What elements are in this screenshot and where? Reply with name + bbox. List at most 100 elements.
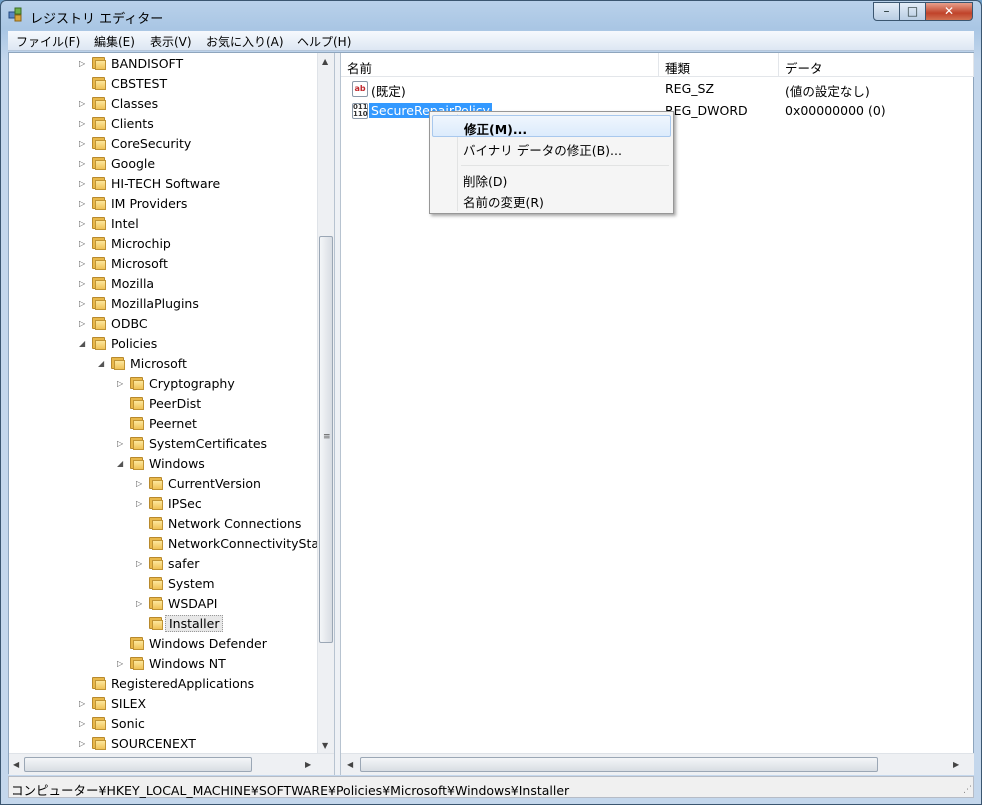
expand-arrow-icon[interactable]: ▷ <box>79 259 88 268</box>
tree-node[interactable]: ▷ Microsoft <box>79 254 317 274</box>
menu-help[interactable]: ヘルプ(H) <box>297 33 351 50</box>
tree-node[interactable]: ▷ CurrentVersion <box>136 474 317 494</box>
menu-view[interactable]: 表示(V) <box>150 33 192 50</box>
expand-arrow-icon[interactable]: ▷ <box>79 99 88 108</box>
tree-node[interactable]: RegisteredApplications <box>79 674 317 694</box>
folder-icon <box>91 136 107 150</box>
resize-grip-icon[interactable]: ⋰ <box>963 785 972 795</box>
context-menu-modify-label: 修正(M)... <box>464 122 528 137</box>
expand-arrow-icon[interactable]: ▷ <box>79 59 88 68</box>
minimize-button[interactable]: – <box>873 2 900 21</box>
column-header-type[interactable]: 種類 <box>659 53 779 77</box>
tree-node[interactable]: ▷ Sonic <box>79 714 317 734</box>
pane-splitter[interactable] <box>334 53 341 775</box>
tree-node[interactable]: ▷ Google <box>79 154 317 174</box>
tree-node[interactable]: Peernet <box>117 414 317 434</box>
column-header-name[interactable]: 名前 <box>341 53 659 77</box>
tree-node[interactable]: ▷ SOURCENEXT <box>79 734 317 753</box>
expand-arrow-icon[interactable]: ▷ <box>117 659 126 668</box>
title-bar[interactable]: レジストリ エディター – □ ✕ <box>1 1 981 31</box>
tree-node[interactable]: ▷ IM Providers <box>79 194 317 214</box>
value-row[interactable]: ab (既定) REG_SZ (値の設定なし) <box>341 78 974 100</box>
expand-arrow-icon[interactable]: ▷ <box>79 719 88 728</box>
menu-favorites[interactable]: お気に入り(A) <box>206 33 284 50</box>
context-menu-modify-binary[interactable]: バイナリ データの修正(B)... <box>432 137 671 159</box>
tree-node[interactable]: ▷ safer <box>136 554 317 574</box>
tree-node[interactable]: ▷ MozillaPlugins <box>79 294 317 314</box>
scroll-right-arrow-icon[interactable]: ▶ <box>305 760 311 769</box>
folder-icon <box>91 196 107 210</box>
expand-arrow-icon[interactable]: ▷ <box>79 319 88 328</box>
tree-node[interactable]: ▷ CoreSecurity <box>79 134 317 154</box>
scroll-up-arrow-icon[interactable]: ▲ <box>322 57 328 66</box>
expand-arrow-icon[interactable]: ▷ <box>79 179 88 188</box>
expand-arrow-icon[interactable]: ▷ <box>79 299 88 308</box>
tree-node[interactable]: ▷ Microchip <box>79 234 317 254</box>
expand-arrow-icon[interactable]: ▷ <box>136 499 145 508</box>
tree-node[interactable]: ▷ Clients <box>79 114 317 134</box>
tree-node-label: ODBC <box>111 316 148 331</box>
tree-node-label: safer <box>168 556 200 571</box>
tree-node[interactable]: ▷ ODBC <box>79 314 317 334</box>
scroll-left-arrow-icon[interactable]: ◀ <box>347 760 353 769</box>
tree-node[interactable]: ▷ Windows NT <box>117 654 317 674</box>
expand-arrow-icon[interactable]: ▷ <box>117 439 126 448</box>
tree-node[interactable]: ▷ WSDAPI <box>136 594 317 614</box>
scroll-down-arrow-icon[interactable]: ▼ <box>322 741 328 750</box>
expand-arrow-icon[interactable]: ▷ <box>79 699 88 708</box>
menu-edit[interactable]: 編集(E) <box>94 33 135 50</box>
tree-node[interactable]: PeerDist <box>117 394 317 414</box>
folder-icon <box>129 416 145 430</box>
column-header-data[interactable]: データ <box>779 53 974 77</box>
expand-arrow-icon[interactable]: ▷ <box>79 239 88 248</box>
expand-arrow-icon[interactable]: ▷ <box>136 479 145 488</box>
expand-arrow-icon[interactable]: ▷ <box>136 599 145 608</box>
expand-arrow-icon[interactable]: ▷ <box>79 219 88 228</box>
collapse-arrow-icon[interactable]: ◢ <box>117 459 126 468</box>
tree-node[interactable]: ▷ SILEX <box>79 694 317 714</box>
close-button[interactable]: ✕ <box>925 2 973 21</box>
expand-arrow-icon[interactable]: ▷ <box>79 199 88 208</box>
tree-node[interactable]: Network Connections <box>136 514 317 534</box>
tree-vertical-scrollbar[interactable]: ▲ ≡ ▼ <box>317 53 334 753</box>
tree-node[interactable]: Windows Defender <box>117 634 317 654</box>
expand-arrow-icon[interactable]: ▷ <box>117 379 126 388</box>
tree-node[interactable]: ▷ SystemCertificates <box>117 434 317 454</box>
tree-vertical-scroll-thumb[interactable]: ≡ <box>319 236 333 643</box>
expand-arrow-icon[interactable]: ▷ <box>79 119 88 128</box>
tree-node[interactable]: ▷ Intel <box>79 214 317 234</box>
scroll-right-arrow-icon[interactable]: ▶ <box>953 760 959 769</box>
collapse-arrow-icon[interactable]: ◢ <box>79 339 88 348</box>
tree-horizontal-scroll-thumb[interactable] <box>24 757 252 772</box>
expand-arrow-icon[interactable]: ▷ <box>79 739 88 748</box>
tree-node[interactable]: ▷ Cryptography <box>117 374 317 394</box>
tree-node[interactable]: ◢ Windows <box>117 454 317 474</box>
list-horizontal-scroll-thumb[interactable] <box>360 757 878 772</box>
tree-node[interactable]: NetworkConnectivityStat <box>136 534 317 554</box>
tree-node[interactable]: ▷ Classes <box>79 94 317 114</box>
context-menu-rename[interactable]: 名前の変更(R) <box>432 189 671 211</box>
tree-node[interactable]: ▷ HI-TECH Software <box>79 174 317 194</box>
tree-node[interactable]: ▷ Mozilla <box>79 274 317 294</box>
tree-horizontal-scrollbar[interactable]: ◀ ▶ <box>9 753 334 775</box>
expand-arrow-icon[interactable]: ▷ <box>79 159 88 168</box>
collapse-arrow-icon[interactable]: ◢ <box>98 359 107 368</box>
expand-arrow-icon[interactable]: ▷ <box>79 279 88 288</box>
tree-node-label: CoreSecurity <box>111 136 192 151</box>
expand-arrow-icon[interactable]: ▷ <box>136 559 145 568</box>
tree-node[interactable]: ▷ BANDISOFT <box>79 54 317 74</box>
expand-arrow-icon[interactable]: ▷ <box>79 139 88 148</box>
tree-node[interactable]: ▷ IPSec <box>136 494 317 514</box>
tree-node[interactable]: ◢ Policies <box>79 334 317 354</box>
tree-node[interactable]: CBSTEST <box>79 74 317 94</box>
scroll-left-arrow-icon[interactable]: ◀ <box>13 760 19 769</box>
key-tree-pane[interactable]: ▷ BANDISOFT CBSTEST ▷ Classes ▷ Clients ▷ CoreSe… <box>9 53 334 775</box>
list-horizontal-scrollbar[interactable]: ◀ ▶ <box>341 753 974 775</box>
context-menu-delete[interactable]: 削除(D) <box>432 168 671 190</box>
maximize-button[interactable]: □ <box>899 2 926 21</box>
tree-node[interactable]: Installer <box>136 614 317 634</box>
context-menu-modify[interactable]: 修正(M)... <box>432 115 671 137</box>
tree-node[interactable]: System <box>136 574 317 594</box>
tree-node[interactable]: ◢ Microsoft <box>98 354 317 374</box>
menu-file[interactable]: ファイル(F) <box>16 33 80 50</box>
